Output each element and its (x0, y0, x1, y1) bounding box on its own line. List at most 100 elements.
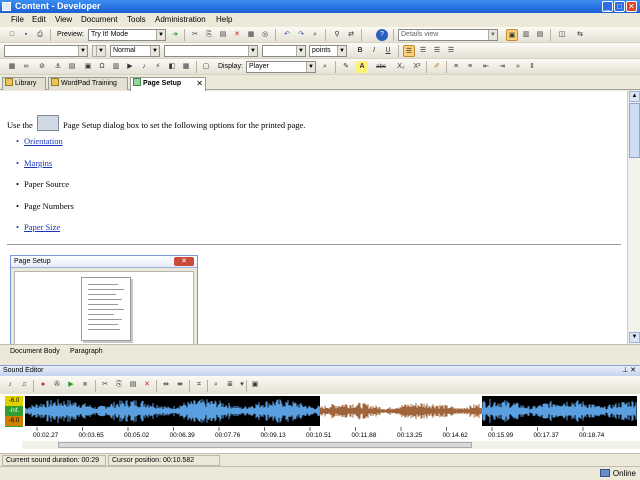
scroll-up-icon[interactable]: ▲ (629, 91, 640, 102)
minimize-button[interactable]: _ (602, 1, 613, 12)
outdent-icon[interactable]: ⇤ (480, 61, 492, 73)
waveform-scroll-thumb[interactable] (58, 442, 472, 448)
format-painter-icon[interactable]: ✎ (340, 61, 352, 73)
table-icon[interactable]: ▦ (6, 61, 18, 73)
justify-icon[interactable]: ☰ (445, 45, 457, 57)
anchor-icon[interactable]: ⚓ (52, 61, 64, 73)
numbered-list-icon[interactable]: ≡ (450, 61, 462, 73)
paste-icon[interactable]: ▤ (217, 29, 229, 41)
print-icon[interactable]: ⎙ (34, 29, 46, 41)
close-panel-icon[interactable]: ✕ (630, 367, 636, 374)
preview-mode-select[interactable]: Try It! Mode ▼ (88, 29, 166, 41)
menu-administration[interactable]: Administration (155, 15, 206, 24)
menu-help[interactable]: Help (216, 15, 232, 24)
indent-icon[interactable]: ⇥ (496, 61, 508, 73)
cut-sound-icon[interactable]: ✂ (99, 379, 111, 391)
tab-page-setup[interactable]: Page Setup ✕ (130, 77, 206, 91)
document-editor[interactable]: Use the Page Setup dialog box to set the… (0, 91, 627, 344)
italic-button[interactable]: I (368, 45, 380, 57)
grid-icon[interactable]: ▦ (180, 61, 192, 73)
find-next-icon[interactable]: ⚲ (331, 29, 343, 41)
font-size-select[interactable]: ▼ (262, 45, 306, 57)
menu-file[interactable]: File (11, 15, 24, 24)
link-margins[interactable]: Margins (16, 158, 52, 168)
menu-document[interactable]: Document (81, 15, 117, 24)
help-icon[interactable]: ? (376, 29, 388, 41)
settings-icon[interactable]: ▣ (249, 379, 261, 391)
delete-icon[interactable]: ✕ (231, 29, 243, 41)
menu-tools[interactable]: Tools (127, 15, 146, 24)
flash-icon[interactable]: ⚡ (152, 61, 164, 73)
replace-icon[interactable]: ⇄ (345, 29, 357, 41)
find-icon[interactable]: ⌕ (309, 29, 321, 41)
copy-icon[interactable]: ⎘ (203, 29, 215, 41)
go-icon[interactable]: ➜ (169, 29, 181, 41)
subscript-button[interactable]: X₂ (394, 61, 408, 73)
redo-icon[interactable]: ↷ (295, 29, 307, 41)
volume-icon[interactable]: ≣ (224, 379, 236, 391)
layout-2-icon[interactable]: ▥ (520, 29, 532, 41)
close-tab-icon[interactable]: ✕ (196, 78, 203, 90)
mic-icon[interactable]: ✇ (51, 379, 63, 391)
layout-3-icon[interactable]: ▤ (534, 29, 546, 41)
page-icon[interactable]: ▢ (200, 61, 212, 73)
properties-icon[interactable]: ▦ (245, 29, 257, 41)
fast-forward-icon[interactable]: » (512, 61, 524, 73)
layout-1-icon[interactable]: ▣ (506, 29, 518, 41)
delete-sound-icon[interactable]: ✕ (141, 379, 153, 391)
bullet-list-icon[interactable]: ≡ (464, 61, 476, 73)
zoom-sound-icon[interactable]: ⌕ (210, 379, 222, 391)
view-select[interactable]: Details view ▼ (398, 29, 498, 41)
size-unit-select[interactable]: points ▼ (309, 45, 347, 57)
crop-icon[interactable]: ⌗ (193, 379, 205, 391)
path-document-body[interactable]: Document Body (10, 348, 60, 355)
new-icon[interactable]: □ (6, 29, 18, 41)
tab-library[interactable]: Library (2, 77, 46, 90)
trim-icon[interactable]: ⇹ (160, 379, 172, 391)
waveform-scrollbar[interactable] (22, 441, 640, 449)
sync-icon[interactable]: ⇆ (574, 29, 586, 41)
split-icon[interactable]: ⇼ (174, 379, 186, 391)
symbol-icon[interactable]: Ω (96, 61, 108, 73)
link-icon[interactable]: ∞ (20, 61, 32, 73)
pin-icon[interactable]: ⊥ (622, 367, 628, 374)
video-icon[interactable]: ▶ (124, 61, 136, 73)
expand-icon[interactable]: ⇕ (526, 61, 538, 73)
strikethrough-button[interactable]: abc (373, 61, 389, 73)
highlight-button[interactable]: A (356, 61, 368, 73)
style-arrow-button[interactable]: ▼ (92, 45, 106, 57)
align-right-icon[interactable]: ☰ (431, 45, 443, 57)
superscript-button[interactable]: X² (410, 61, 424, 73)
insert-table-icon[interactable]: ▤ (66, 61, 78, 73)
link-paper-size[interactable]: Paper Size (16, 222, 60, 232)
paste-sound-icon[interactable]: ▤ (127, 379, 139, 391)
style-select[interactable]: Normal ▼ (110, 45, 160, 57)
maximize-button[interactable]: □ (614, 1, 625, 12)
font-select[interactable]: ▼ (164, 45, 258, 57)
record-icon[interactable]: ● (37, 379, 49, 391)
eraser-icon[interactable]: ✐ (431, 61, 443, 73)
waveform[interactable] (25, 396, 637, 426)
close-button[interactable]: ✕ (626, 1, 637, 12)
align-left-icon[interactable]: ☰ (403, 45, 415, 57)
zoom-icon[interactable]: ⌕ (319, 61, 331, 73)
open-sound-icon[interactable]: ♫ (18, 379, 30, 391)
stop-icon[interactable]: ■ (79, 379, 91, 391)
window-icon[interactable]: ◫ (556, 29, 568, 41)
unlink-icon[interactable]: ⊘ (36, 61, 48, 73)
save-icon[interactable]: ▪ (20, 29, 32, 41)
menu-view[interactable]: View (55, 15, 72, 24)
cut-icon[interactable]: ✂ (189, 29, 201, 41)
underline-button[interactable]: U (382, 45, 394, 57)
copy-sound-icon[interactable]: ⎘ (113, 379, 125, 391)
tab-wordpad-training[interactable]: WordPad Training (48, 77, 128, 90)
display-select[interactable]: Player ▼ (246, 61, 316, 73)
paragraph-select[interactable]: ▼ (4, 45, 88, 57)
bold-button[interactable]: B (354, 45, 366, 57)
preview-icon[interactable]: ◎ (259, 29, 271, 41)
menu-edit[interactable]: Edit (32, 15, 46, 24)
undo-icon[interactable]: ↶ (281, 29, 293, 41)
path-paragraph[interactable]: Paragraph (70, 348, 103, 355)
sound-icon[interactable]: ♪ (138, 61, 150, 73)
play-icon[interactable]: ▶ (65, 379, 77, 391)
